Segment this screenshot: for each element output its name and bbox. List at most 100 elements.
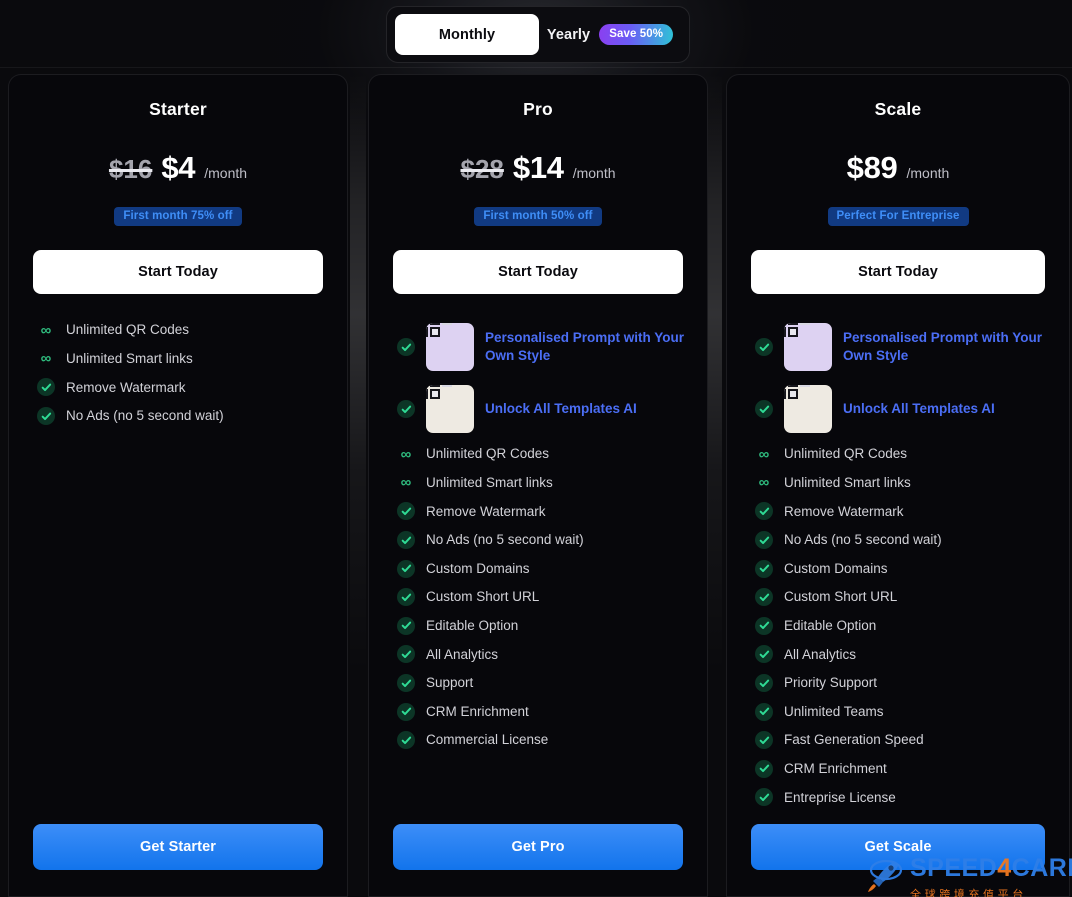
feature-row: ∞ Unlimited QR Codes (387, 440, 689, 469)
feature-label: Unlimited Smart links (426, 474, 553, 490)
plan-cta-button[interactable]: Get Pro (393, 824, 683, 870)
feature-list: Personalised Prompt with Your Own Style U… (387, 316, 689, 824)
feature-row: ∞ Unlimited Smart links (387, 469, 689, 498)
billing-period-toggle[interactable]: Monthly Yearly Save 50% (386, 6, 690, 63)
feature-label[interactable]: Unlock All Templates AI (485, 400, 637, 418)
tab-yearly[interactable]: Yearly Save 50% (539, 14, 681, 55)
card-gap-highlight (706, 74, 722, 674)
price-row: $89/month (745, 150, 1051, 192)
feature-row: CRM Enrichment (745, 755, 1051, 784)
infinity-icon: ∞ (758, 445, 770, 463)
feature-label: No Ads (no 5 second wait) (66, 408, 224, 424)
plan-cta-button[interactable]: Get Scale (751, 824, 1045, 870)
infinity-icon: ∞ (400, 445, 412, 463)
plan-name: Scale (874, 99, 922, 119)
price-current: $4 (161, 150, 196, 185)
feature-label[interactable]: Unlock All Templates AI (843, 400, 995, 418)
check-circle-icon (755, 338, 773, 356)
feature-label: Commercial License (426, 732, 549, 748)
check-circle-icon (755, 674, 773, 693)
plan-badge-wrapper: First month 75% off (27, 207, 329, 226)
feature-label[interactable]: Personalised Prompt with Your Own Style (843, 329, 1051, 365)
feature-label: Custom Domains (426, 560, 530, 576)
price-original: $28 (460, 154, 504, 184)
feature-label: CRM Enrichment (426, 703, 529, 719)
plan-cta-button[interactable]: Get Starter (33, 824, 323, 870)
feature-thumbnail[interactable] (784, 385, 832, 433)
pricing-card-scale: Scale $89/month Perfect For Entreprise Star… (726, 74, 1070, 897)
check-circle-icon (755, 616, 773, 635)
start-today-button[interactable]: Start Today (33, 250, 323, 294)
check-circle-icon (397, 559, 415, 578)
feature-label: Unlimited Teams (784, 703, 884, 719)
feature-row: ∞ Unlimited Smart links (745, 469, 1051, 498)
check-circle-icon (755, 588, 773, 607)
pricing-card-starter: Starter $16 $4/month First month 75% off Sta… (8, 74, 348, 897)
feature-row: Custom Domains (745, 554, 1051, 583)
feature-label: Remove Watermark (66, 379, 186, 395)
feature-row-premium: Unlock All Templates AI (745, 378, 1051, 440)
check-circle-icon (397, 674, 415, 693)
feature-label: Unlimited Smart links (784, 474, 911, 490)
price-row: $16 $4/month (27, 150, 329, 192)
card-gap-highlight (350, 74, 366, 674)
price-period: /month (906, 165, 950, 181)
feature-label: Priority Support (784, 675, 878, 691)
feature-row: Custom Domains (387, 554, 689, 583)
feature-label: Unlimited QR Codes (784, 446, 908, 462)
check-circle-icon (397, 531, 415, 550)
feature-label: Entreprise License (784, 789, 896, 805)
feature-row: Custom Short URL (745, 583, 1051, 612)
check-circle-icon (37, 378, 55, 397)
feature-label: Support (426, 675, 474, 691)
feature-label: Custom Short URL (784, 589, 898, 605)
check-circle-icon (755, 531, 773, 550)
feature-row: Priority Support (745, 669, 1051, 698)
check-circle-icon (755, 702, 773, 721)
tab-yearly-label: Yearly (546, 26, 591, 43)
feature-row: Custom Short URL (387, 583, 689, 612)
feature-label: Remove Watermark (784, 503, 904, 519)
feature-label: Custom Short URL (426, 589, 540, 605)
price-period: /month (572, 165, 616, 181)
feature-label: Unlimited QR Codes (66, 322, 190, 338)
feature-row: Support (387, 669, 689, 698)
price-row: $28 $14/month (387, 150, 689, 192)
feature-label: All Analytics (426, 646, 499, 662)
feature-row: No Ads (no 5 second wait) (745, 526, 1051, 555)
feature-thumbnail[interactable] (784, 323, 832, 371)
feature-thumbnail[interactable] (426, 323, 474, 371)
price-original: $16 (108, 154, 153, 184)
feature-row-premium: Personalised Prompt with Your Own Style (745, 316, 1051, 378)
start-today-button[interactable]: Start Today (751, 250, 1045, 294)
feature-label[interactable]: Personalised Prompt with Your Own Style (485, 329, 689, 365)
infinity-icon: ∞ (400, 474, 412, 492)
feature-label: Remove Watermark (426, 503, 546, 519)
plan-name: Starter (149, 99, 207, 119)
feature-row: Remove Watermark (745, 497, 1051, 526)
plan-badge-wrapper: Perfect For Entreprise (745, 207, 1051, 226)
feature-row: Commercial License (387, 726, 689, 755)
feature-label: No Ads (no 5 second wait) (426, 532, 584, 548)
infinity-icon: ∞ (758, 474, 770, 492)
feature-row: Editable Option (387, 612, 689, 641)
feature-label: Editable Option (784, 617, 877, 633)
feature-row: No Ads (no 5 second wait) (27, 402, 329, 431)
feature-row: No Ads (no 5 second wait) (387, 526, 689, 555)
check-circle-icon (37, 407, 55, 426)
feature-row: Remove Watermark (387, 497, 689, 526)
tab-monthly[interactable]: Monthly (395, 14, 539, 55)
check-circle-icon (397, 645, 415, 664)
feature-row: CRM Enrichment (387, 697, 689, 726)
pricing-card-pro: Pro $28 $14/month First month 50% off Start … (368, 74, 708, 897)
feature-thumbnail[interactable] (426, 385, 474, 433)
check-circle-icon (755, 788, 773, 807)
feature-label: No Ads (no 5 second wait) (784, 532, 942, 548)
price-current: $89 (846, 150, 898, 185)
check-circle-icon (397, 502, 415, 521)
check-circle-icon (755, 400, 773, 418)
pricing-cards-container: Starter $16 $4/month First month 75% off Sta… (0, 74, 1072, 897)
header-divider (0, 67, 1072, 68)
start-today-button[interactable]: Start Today (393, 250, 683, 294)
plan-badge-wrapper: First month 50% off (387, 207, 689, 226)
